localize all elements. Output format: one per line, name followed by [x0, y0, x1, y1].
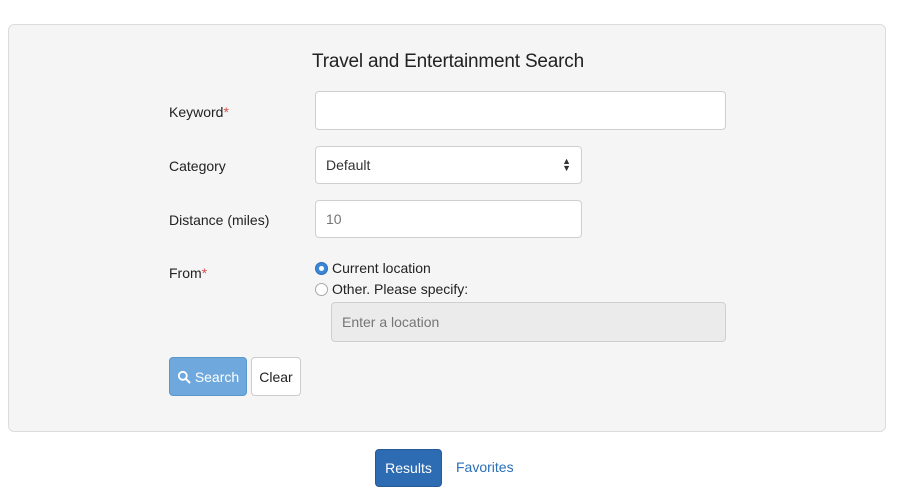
search-form-panel: Travel and Entertainment Search Keyword*… — [8, 24, 886, 432]
search-icon — [177, 370, 191, 383]
from-required-mark: * — [201, 265, 208, 281]
location-input[interactable] — [331, 302, 726, 342]
form-title: Travel and Entertainment Search — [312, 51, 584, 72]
radio-other-location-label: Other. Please specify: — [332, 281, 469, 297]
radio-current-location[interactable]: Current location — [315, 260, 431, 276]
keyword-label-text: Keyword — [169, 104, 224, 120]
radio-other-location[interactable]: Other. Please specify: — [315, 281, 468, 297]
radio-current-location-label: Current location — [332, 260, 431, 276]
category-selected-value: Default — [326, 157, 371, 173]
chevron-updown-icon: ▲ ▼ — [562, 156, 571, 173]
clear-button[interactable]: Clear — [251, 357, 301, 396]
search-button[interactable]: Search — [169, 357, 247, 396]
from-label: From* — [169, 265, 207, 281]
tab-favorites[interactable]: Favorites — [456, 459, 514, 475]
radio-checked-icon[interactable] — [315, 261, 328, 275]
category-select[interactable]: Default ▲ ▼ — [315, 146, 582, 184]
distance-label: Distance (miles) — [169, 212, 270, 228]
distance-input[interactable] — [315, 200, 582, 238]
tab-results[interactable]: Results — [375, 449, 442, 487]
keyword-input[interactable] — [315, 91, 726, 130]
from-label-text: From — [169, 265, 202, 281]
keyword-label: Keyword* — [169, 104, 229, 120]
search-button-label: Search — [194, 368, 240, 385]
category-label: Category — [169, 158, 226, 174]
keyword-required-mark: * — [223, 104, 229, 120]
radio-unchecked-icon[interactable] — [315, 282, 328, 296]
